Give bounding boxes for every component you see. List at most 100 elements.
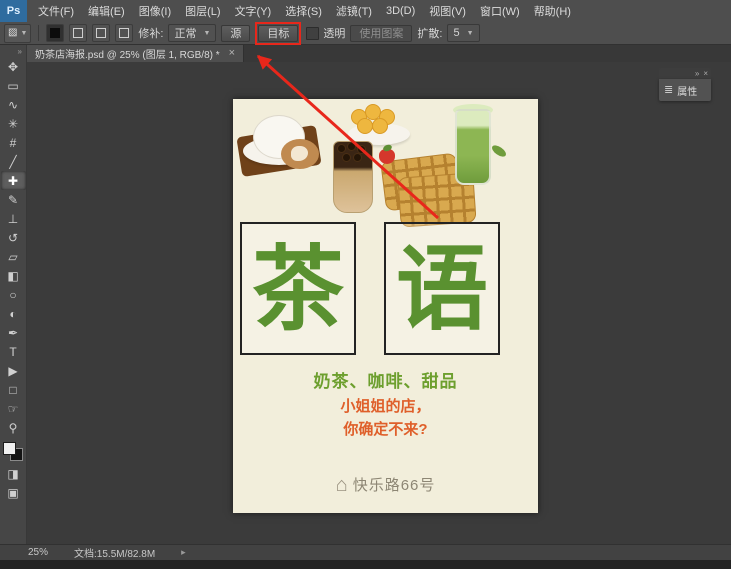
dodge-tool[interactable]: ◐ <box>1 304 26 323</box>
menu-filter[interactable]: 滤镜(T) <box>329 0 379 22</box>
house-icon: ⌂ <box>335 473 348 496</box>
properties-panel-tab[interactable]: ≣ 属性 <box>659 79 711 101</box>
intersect-selection-button[interactable] <box>115 24 134 42</box>
menu-image[interactable]: 图像(I) <box>132 0 178 22</box>
tapioca-pearl <box>347 142 356 151</box>
tea-character-frame: 茶 <box>240 222 356 355</box>
document-tab[interactable]: 奶茶店海报.psd @ 25% (图层 1, RGB/8) * × <box>27 45 245 62</box>
crop-tool[interactable]: # <box>1 133 26 152</box>
collapse-panel-icon[interactable]: » <box>695 69 699 78</box>
properties-label: 属性 <box>677 86 698 98</box>
yu-character-frame: 语 <box>384 222 500 355</box>
menu-select[interactable]: 选择(S) <box>278 0 329 22</box>
new-selection-button[interactable] <box>46 24 65 42</box>
path-selection-tool-icon: ▶ <box>8 363 18 378</box>
pastry-ball <box>372 118 388 134</box>
history-brush-tool[interactable]: ↺ <box>1 228 26 247</box>
crop-tool-icon: # <box>9 135 17 150</box>
bubble-tea-photo <box>333 141 373 213</box>
foreground-color-swatch[interactable] <box>3 442 16 455</box>
healing-patch-tool[interactable]: ✚ <box>0 171 26 190</box>
poster-document[interactable]: 茶 语 奶茶、咖啡、甜品 小姐姐的店， 你确定不来? ⌂ 快乐路66号 <box>233 99 538 513</box>
properties-panel-header: » × <box>659 68 711 79</box>
zoom-level[interactable]: 25% <box>28 547 48 558</box>
tea-character: 茶 <box>251 234 344 343</box>
collapse-panel-icon[interactable]: » <box>18 47 22 57</box>
lasso-tool-icon: ∿ <box>7 97 19 112</box>
clone-stamp-tool[interactable]: ⊥ <box>1 209 26 228</box>
screen-mode-button[interactable]: ▣ <box>1 483 26 502</box>
document-tab-title: 奶茶店海报.psd @ 25% (图层 1, RGB/8) * <box>35 50 220 61</box>
eraser-tool-icon: ▱ <box>8 249 18 264</box>
menu-file[interactable]: 文件(F) <box>31 0 81 22</box>
yu-character: 语 <box>395 234 488 343</box>
eraser-tool[interactable]: ▱ <box>1 247 26 266</box>
poster-address-row: ⌂ 快乐路66号 <box>233 474 538 495</box>
shape-tool[interactable]: □ <box>1 380 26 399</box>
brush-tool[interactable]: ✎ <box>1 190 26 209</box>
add-selection-icon <box>73 28 84 38</box>
separator <box>38 25 40 41</box>
source-button[interactable]: 源 <box>221 24 251 42</box>
menu-layer[interactable]: 图层(L) <box>178 0 227 22</box>
strawberry-leaf <box>382 143 393 153</box>
menu-window[interactable]: 窗口(W) <box>473 0 527 22</box>
pen-tool[interactable]: ✒ <box>1 323 26 342</box>
destination-button[interactable]: 目标 <box>258 24 299 42</box>
tools-panel: » ✥ ▭ ∿ ✳ # ╱ ✚ ✎ ⊥ ↺ ▱ ◧ ○ ◐ ✒ T ▶ □ ☞ … <box>0 45 27 545</box>
close-icon[interactable]: × <box>229 48 235 59</box>
menu-type[interactable]: 文字(Y) <box>228 0 279 22</box>
menu-edit[interactable]: 编辑(E) <box>81 0 132 22</box>
history-brush-tool-icon: ↺ <box>7 230 19 245</box>
color-swatches[interactable] <box>3 442 23 461</box>
patch-tool-icon: ▨ <box>8 27 18 38</box>
lasso-tool[interactable]: ∿ <box>1 95 26 114</box>
status-options-icon[interactable]: ▸ <box>181 547 186 558</box>
transparent-checkbox[interactable] <box>306 26 320 40</box>
latte-surface <box>281 139 319 169</box>
photoshop-logo: Ps <box>0 0 27 22</box>
canvas-area[interactable]: 茶 语 奶茶、咖啡、甜品 小姐姐的店， 你确定不来? ⌂ 快乐路66号 <box>27 62 731 545</box>
annotation-box: 目标 <box>255 21 302 45</box>
quick-mask-icon: ◨ <box>7 466 19 481</box>
strawberry <box>379 143 395 164</box>
close-icon[interactable]: × <box>703 69 708 78</box>
pen-tool-icon: ✒ <box>7 325 19 340</box>
type-tool[interactable]: T <box>1 342 26 361</box>
subtract-selection-button[interactable] <box>92 24 111 42</box>
new-selection-icon <box>50 28 61 38</box>
patch-mode-value: 正常 <box>174 28 197 40</box>
patch-mode-label: 修补: <box>138 28 164 40</box>
matcha-leaf <box>490 143 508 159</box>
add-selection-button[interactable] <box>69 24 88 42</box>
blur-tool[interactable]: ○ <box>1 285 26 304</box>
marquee-tool[interactable]: ▭ <box>1 76 26 95</box>
eyedropper-tool-icon: ╱ <box>9 154 17 169</box>
patch-mode-select[interactable]: 正常 ▼ <box>168 24 217 42</box>
menu-bar: Ps 文件(F) 编辑(E) 图像(I) 图层(L) 文字(Y) 选择(S) 滤… <box>0 0 731 23</box>
path-selection-tool[interactable]: ▶ <box>1 361 26 380</box>
magic-wand-tool-icon: ✳ <box>7 116 19 131</box>
subtract-selection-icon <box>96 28 107 38</box>
spread-value: 5 <box>453 27 460 39</box>
latte-art <box>291 146 308 161</box>
poster-line3: 你确定不来? <box>343 421 428 438</box>
use-pattern-button: 使用图案 <box>350 24 413 42</box>
hand-tool[interactable]: ☞ <box>1 399 26 418</box>
spread-select[interactable]: 5 ▼ <box>447 24 480 42</box>
quick-mask-button[interactable]: ◨ <box>1 464 26 483</box>
menu-view[interactable]: 视图(V) <box>422 0 473 22</box>
coffee-latte-photo <box>253 115 319 169</box>
magic-wand-tool[interactable]: ✳ <box>1 114 26 133</box>
gradient-tool[interactable]: ◧ <box>1 266 26 285</box>
move-tool[interactable]: ✥ <box>1 57 26 76</box>
pastry-ball <box>357 118 373 134</box>
transparent-label: 透明 <box>323 28 346 40</box>
menu-help[interactable]: 帮助(H) <box>527 0 578 22</box>
bottom-strip <box>0 560 731 569</box>
menu-3d[interactable]: 3D(D) <box>379 0 422 22</box>
poster-address: 快乐路66号 <box>352 477 436 494</box>
eyedropper-tool[interactable]: ╱ <box>1 152 26 171</box>
tool-preset-picker[interactable]: ▨ ▼ <box>4 23 32 43</box>
zoom-tool[interactable]: ⚲ <box>1 418 26 437</box>
